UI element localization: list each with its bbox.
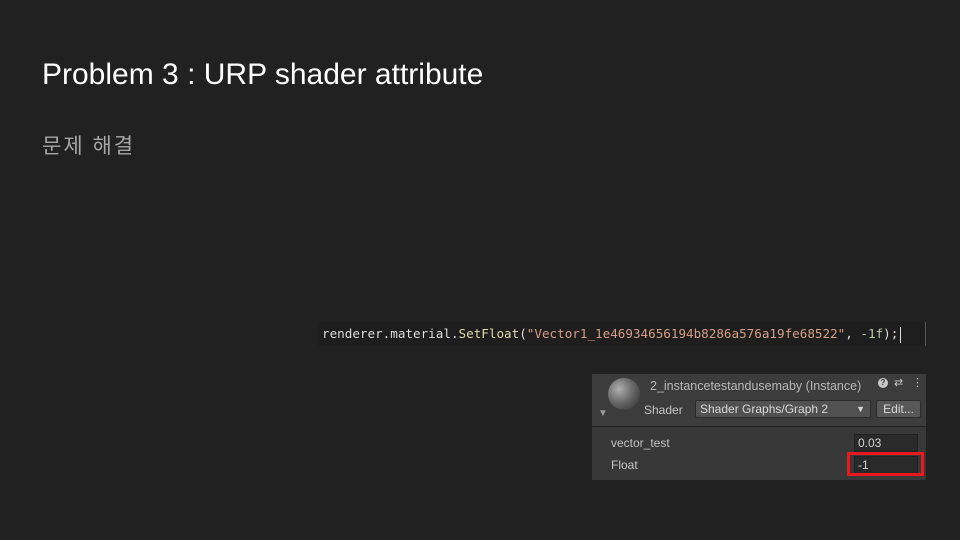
material-name: 2_instancetestandusemaby (Instance) (650, 379, 862, 393)
kebab-menu-icon[interactable]: ⋮ (912, 376, 923, 389)
code-string-arg: "Vector1_1e46934656194b8286a576a19fe6852… (526, 326, 846, 341)
text-cursor (900, 326, 902, 343)
code-object: renderer (322, 326, 383, 341)
red-highlight-box (847, 452, 924, 476)
code-comma: , (845, 326, 861, 341)
foldout-arrow-icon[interactable]: ▼ (598, 408, 608, 419)
preset-icon[interactable]: ⇄ (894, 376, 903, 389)
code-open-paren: ( (519, 326, 527, 341)
code-close: ); (883, 326, 899, 341)
edit-shader-button[interactable]: Edit... (876, 400, 921, 418)
code-snippet: renderer.material.SetFloat("Vector1_1e46… (318, 322, 926, 346)
shader-dropdown[interactable]: Shader Graphs/Graph 2 ▼ (695, 400, 871, 418)
property-field-vector-test[interactable]: 0.03 (854, 434, 918, 452)
code-number-arg: -1f (860, 326, 884, 341)
code-dot: . (450, 326, 459, 341)
property-label-vector-test: vector_test (611, 436, 670, 450)
code-property: material (390, 326, 451, 341)
inspector-header: ▼ 2_instancetestandusemaby (Instance) ? … (592, 374, 926, 427)
slide-title: Problem 3 : URP shader attribute (42, 58, 484, 91)
material-preview-sphere (608, 378, 640, 410)
property-label-float: Float (611, 458, 638, 472)
shader-label: Shader (644, 403, 683, 417)
shader-dropdown-value: Shader Graphs/Graph 2 (700, 402, 829, 416)
code-method: SetFloat (458, 326, 520, 341)
slide-subtitle: 문제 해결 (42, 135, 136, 158)
help-icon[interactable]: ? (878, 378, 888, 388)
chevron-down-icon: ▼ (856, 404, 865, 414)
